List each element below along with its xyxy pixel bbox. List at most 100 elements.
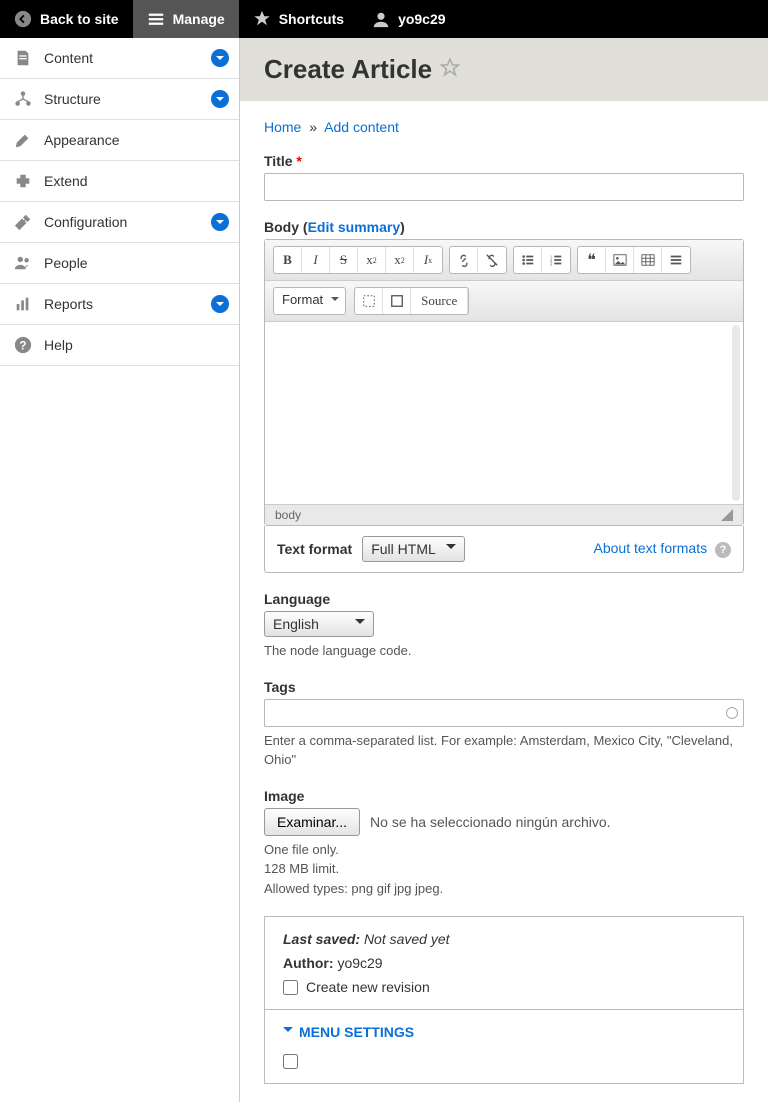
- chevron-down-icon[interactable]: [211, 49, 229, 67]
- maximize-button[interactable]: [383, 288, 411, 314]
- editor-toolbar: B I S x2 x2 Ix 123: [265, 240, 743, 281]
- menu-settings-label: Menu settings: [299, 1024, 414, 1040]
- language-select[interactable]: English: [264, 611, 374, 637]
- hamburger-icon: [147, 10, 165, 28]
- triangle-down-icon: [283, 1027, 293, 1037]
- image-desc-2: 128 MB limit.: [264, 859, 744, 879]
- back-to-site[interactable]: Back to site: [0, 0, 133, 38]
- admin-sidebar: Content Structure Appearance Extend Conf…: [0, 38, 240, 1102]
- file-none-text: No se ha seleccionado ningún archivo.: [370, 814, 611, 830]
- strike-button[interactable]: S: [330, 247, 358, 273]
- image-label: Image: [264, 788, 744, 804]
- sidebar-item-help[interactable]: ? Help: [0, 325, 239, 366]
- back-label: Back to site: [40, 11, 119, 27]
- bullet-list-button[interactable]: [514, 247, 542, 273]
- subscript-button[interactable]: x2: [386, 247, 414, 273]
- show-blocks-button[interactable]: [355, 288, 383, 314]
- sidebar-item-label: Help: [44, 337, 73, 353]
- svg-text:3: 3: [550, 261, 553, 266]
- menu-settings-section: Menu settings: [265, 1010, 743, 1083]
- menu-settings-summary[interactable]: Menu settings: [283, 1024, 725, 1040]
- about-text-formats-link[interactable]: About text formats: [594, 540, 708, 556]
- help-icon[interactable]: ?: [715, 542, 731, 558]
- page-header: Create Article: [240, 38, 768, 101]
- sidebar-item-label: Appearance: [44, 132, 120, 148]
- tags-description: Enter a comma-separated list. For exampl…: [264, 731, 744, 770]
- chevron-down-icon[interactable]: [211, 213, 229, 231]
- table-button[interactable]: [634, 247, 662, 273]
- breadcrumb: Home » Add content: [264, 119, 744, 135]
- author-value: yo9c29: [337, 955, 382, 971]
- body-editor: B I S x2 x2 Ix 123: [264, 239, 744, 526]
- italic-button[interactable]: I: [302, 247, 330, 273]
- edit-summary-link[interactable]: Edit summary: [308, 219, 401, 235]
- extend-icon: [14, 172, 32, 190]
- back-icon: [14, 10, 32, 28]
- title-label: Title *: [264, 153, 744, 169]
- breadcrumb-separator: »: [309, 119, 317, 135]
- sidebar-item-label: Extend: [44, 173, 88, 189]
- people-icon: [14, 254, 32, 272]
- sidebar-item-structure[interactable]: Structure: [0, 79, 239, 120]
- help-icon: ?: [14, 336, 32, 354]
- chevron-down-icon[interactable]: [211, 295, 229, 313]
- admin-toolbar: Back to site Manage Shortcuts yo9c29: [0, 0, 768, 38]
- sidebar-item-content[interactable]: Content: [0, 38, 239, 79]
- configuration-icon: [14, 213, 32, 231]
- author-label: Author:: [283, 955, 334, 971]
- language-label: Language: [264, 591, 744, 607]
- tags-input[interactable]: [264, 699, 744, 727]
- sidebar-item-people[interactable]: People: [0, 243, 239, 284]
- source-button[interactable]: Source: [411, 288, 468, 314]
- sidebar-item-reports[interactable]: Reports: [0, 284, 239, 325]
- revision-checkbox-row[interactable]: Create new revision: [283, 979, 725, 995]
- page-title: Create Article: [264, 54, 432, 85]
- align-button[interactable]: [662, 247, 690, 273]
- favorite-star-icon[interactable]: [440, 58, 460, 81]
- remove-format-button[interactable]: Ix: [414, 247, 442, 273]
- manage-label: Manage: [173, 11, 225, 27]
- sidebar-item-extend[interactable]: Extend: [0, 161, 239, 202]
- star-icon: [253, 10, 271, 28]
- bold-button[interactable]: B: [274, 247, 302, 273]
- image-button[interactable]: [606, 247, 634, 273]
- number-list-button[interactable]: 123: [542, 247, 570, 273]
- editor-footer: body: [265, 504, 743, 525]
- superscript-button[interactable]: x2: [358, 247, 386, 273]
- user-menu[interactable]: yo9c29: [358, 0, 459, 38]
- sidebar-item-appearance[interactable]: Appearance: [0, 120, 239, 161]
- shortcuts-label: Shortcuts: [279, 11, 344, 27]
- menu-checkbox[interactable]: [283, 1054, 298, 1069]
- settings-box: Last saved: Not saved yet Author: yo9c29…: [264, 916, 744, 1084]
- file-browse-button[interactable]: Examinar...: [264, 808, 360, 836]
- language-description: The node language code.: [264, 641, 744, 661]
- breadcrumb-add-content[interactable]: Add content: [324, 119, 399, 135]
- blockquote-button[interactable]: ❝: [578, 247, 606, 273]
- breadcrumb-home[interactable]: Home: [264, 119, 301, 135]
- svg-text:?: ?: [19, 340, 26, 353]
- structure-icon: [14, 90, 32, 108]
- image-desc-1: One file only.: [264, 840, 744, 860]
- editor-body[interactable]: [265, 322, 743, 504]
- format-dropdown[interactable]: Format: [273, 287, 346, 315]
- tags-label: Tags: [264, 679, 744, 695]
- revision-checkbox[interactable]: [283, 980, 298, 995]
- sidebar-item-configuration[interactable]: Configuration: [0, 202, 239, 243]
- sidebar-item-label: Configuration: [44, 214, 127, 230]
- unlink-button[interactable]: [478, 247, 506, 273]
- menu-checkbox-row[interactable]: [283, 1054, 725, 1069]
- text-format-select[interactable]: Full HTML: [362, 536, 465, 562]
- chevron-down-icon[interactable]: [211, 90, 229, 108]
- resize-handle-icon[interactable]: [721, 509, 733, 521]
- user-label: yo9c29: [398, 11, 445, 27]
- revision-label: Create new revision: [306, 979, 430, 995]
- manage-toggle[interactable]: Manage: [133, 0, 239, 38]
- link-button[interactable]: [450, 247, 478, 273]
- main-content: Create Article Home » Add content Title …: [240, 38, 768, 1102]
- title-input[interactable]: [264, 173, 744, 201]
- shortcuts-toggle[interactable]: Shortcuts: [239, 0, 358, 38]
- editor-path: body: [275, 508, 301, 522]
- reports-icon: [14, 295, 32, 313]
- appearance-icon: [14, 131, 32, 149]
- sidebar-item-label: People: [44, 255, 88, 271]
